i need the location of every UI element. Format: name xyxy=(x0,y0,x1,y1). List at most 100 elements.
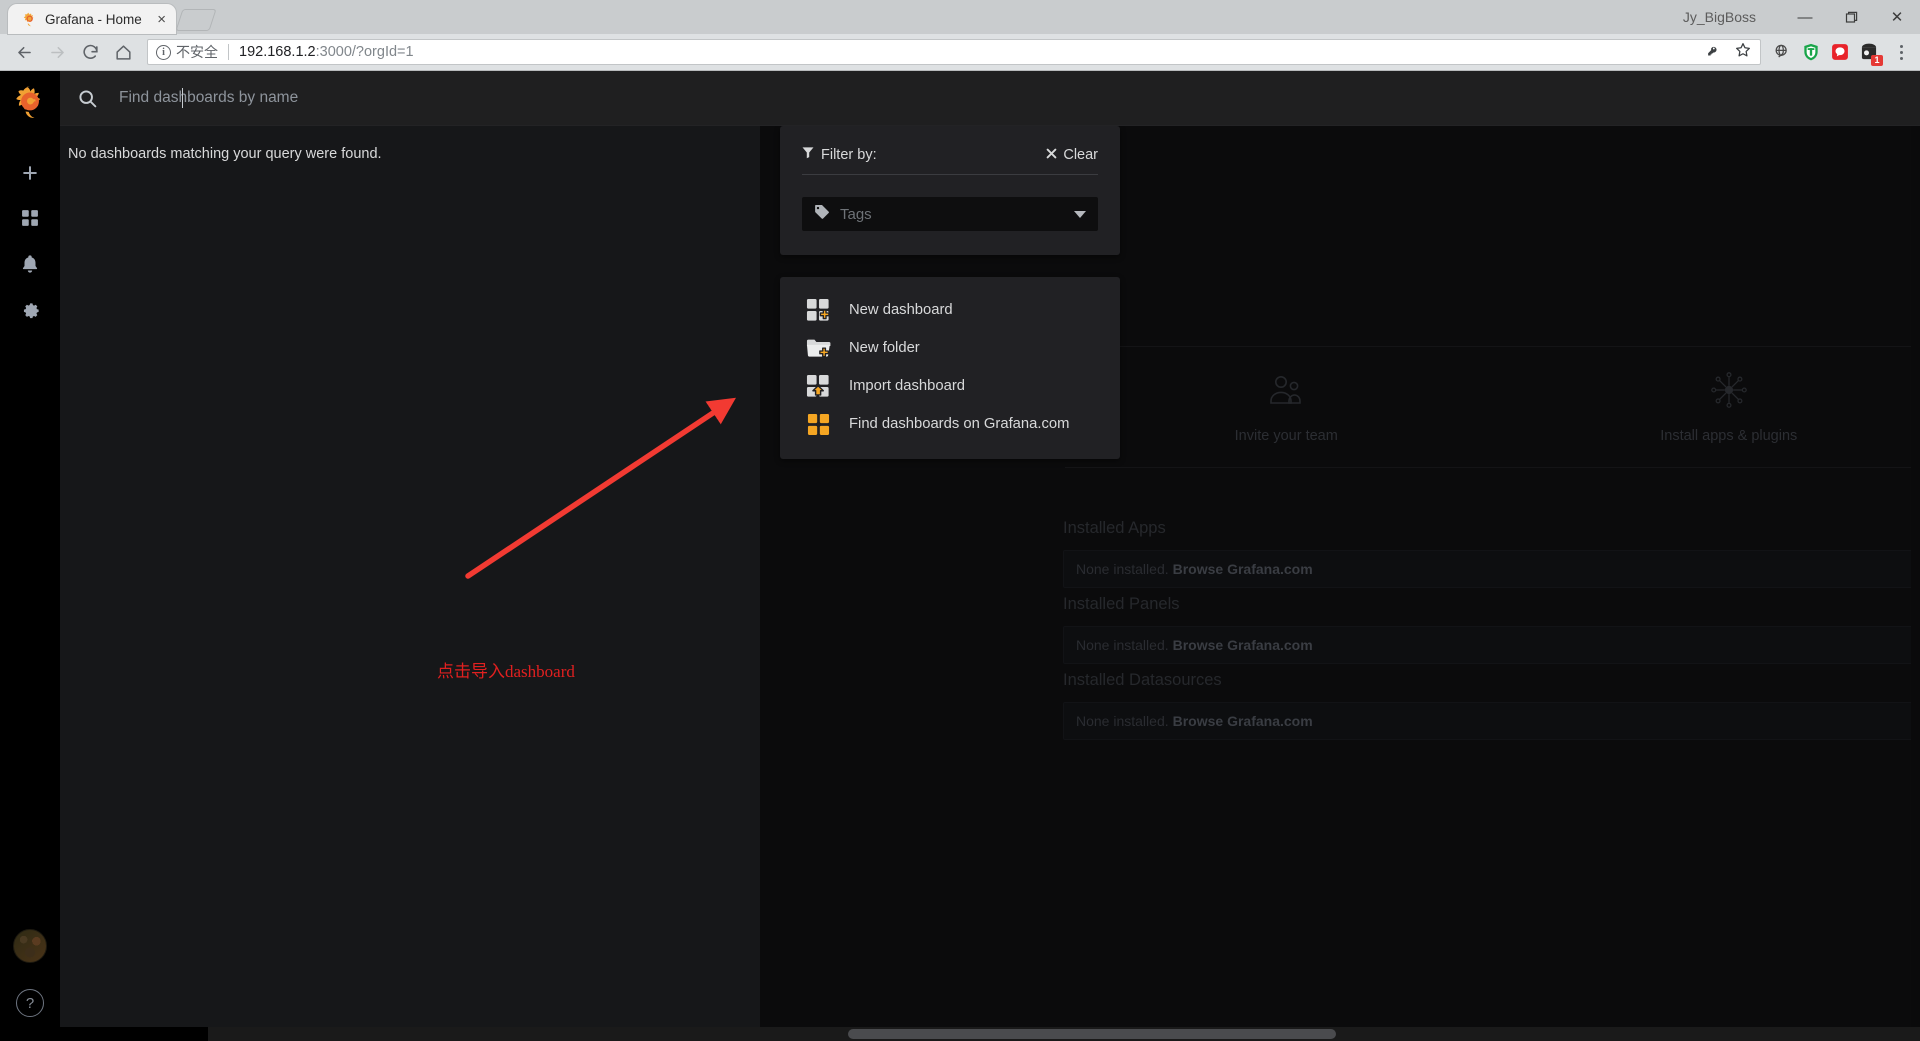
grafana-grid-icon xyxy=(805,411,831,437)
search-icon[interactable] xyxy=(60,88,115,109)
menu-item-label: New folder xyxy=(849,340,920,356)
installed-apps-row: None installed. Browse Grafana.com xyxy=(1063,550,1920,588)
url-host: 192.168.1.2 xyxy=(239,44,316,60)
browse-grafana-link[interactable]: Browse Grafana.com xyxy=(1173,637,1313,653)
sidebar-item-dashboards[interactable] xyxy=(0,198,60,243)
window-controls: Jy_BigBoss — ✕ xyxy=(1683,0,1920,34)
getting-started-card-invite-team[interactable]: Invite your team xyxy=(1161,370,1411,444)
browser-menu-button[interactable] xyxy=(1890,44,1912,60)
new-folder-icon xyxy=(805,335,831,361)
getting-started-label: Install apps & plugins xyxy=(1660,428,1798,444)
grafana-app: Invite your team Install apps & plugins … xyxy=(0,71,1920,1041)
browser-toolbar: i 不安全 192.168.1.2:3000/?orgId=1 1 xyxy=(0,34,1920,71)
sidebar-item-create[interactable] xyxy=(0,153,60,198)
menu-item-label: New dashboard xyxy=(849,302,953,318)
search-right-column: Filter by: Clear Tags New dashboard New … xyxy=(780,126,1120,481)
filter-header: Filter by: Clear xyxy=(802,146,1098,175)
key-icon[interactable] xyxy=(1706,42,1723,63)
tab-strip: Grafana - Home × Jy_BigBoss — ✕ xyxy=(0,0,1920,34)
funnel-icon xyxy=(802,146,814,163)
address-bar[interactable]: i 不安全 192.168.1.2:3000/?orgId=1 xyxy=(147,39,1761,65)
users-icon xyxy=(1267,370,1305,410)
gear-icon xyxy=(20,298,41,324)
menu-item-new-dashboard[interactable]: New dashboard xyxy=(780,291,1120,329)
menu-item-import-dashboard[interactable]: Import dashboard xyxy=(780,367,1120,405)
dashboard-search-bar xyxy=(60,71,1920,126)
installed-panels-section: Installed Panels None installed. Browse … xyxy=(1063,595,1920,664)
tags-select[interactable]: Tags xyxy=(802,197,1098,231)
grafana-logo-icon[interactable] xyxy=(10,83,50,123)
new-dashboard-icon xyxy=(805,297,831,323)
avatar[interactable] xyxy=(13,929,47,963)
installed-apps-section: Installed Apps None installed. Browse Gr… xyxy=(1063,519,1920,588)
security-label: 不安全 xyxy=(176,44,218,60)
chat-extension-icon[interactable] xyxy=(1830,42,1850,62)
reload-button[interactable] xyxy=(74,36,107,69)
close-x-icon xyxy=(1046,147,1057,163)
info-circle-icon: i xyxy=(156,44,171,60)
section-heading: Installed Apps xyxy=(1063,519,1166,537)
horizontal-scrollbar[interactable] xyxy=(0,1027,1920,1041)
shield-extension-icon[interactable] xyxy=(1801,42,1821,62)
filter-title: Filter by: xyxy=(802,146,877,163)
sidebar-item-configuration[interactable] xyxy=(0,288,60,333)
extension-badge-count: 1 xyxy=(1871,55,1883,66)
section-heading: Installed Panels xyxy=(1063,595,1180,613)
tab-title: Grafana - Home xyxy=(45,11,142,27)
side-menu-bottom: ? xyxy=(13,929,47,1041)
close-window-button[interactable]: ✕ xyxy=(1874,0,1920,34)
forward-button[interactable] xyxy=(41,36,74,69)
apps-grid-icon xyxy=(20,208,40,233)
home-button[interactable] xyxy=(107,36,140,69)
chevron-down-icon xyxy=(1074,210,1086,218)
url-text: 192.168.1.2:3000/?orgId=1 xyxy=(239,44,414,60)
new-tab-button[interactable] xyxy=(175,9,217,31)
browser-window: Grafana - Home × Jy_BigBoss — ✕ i 不安全 19… xyxy=(0,0,1920,1041)
bell-icon xyxy=(20,253,40,279)
section-heading: Installed Datasources xyxy=(1063,671,1222,689)
omnibox-divider xyxy=(228,44,229,60)
grafana-logo-icon xyxy=(21,11,38,28)
browse-grafana-link[interactable]: Browse Grafana.com xyxy=(1173,713,1313,729)
getting-started-card-install-plugins[interactable]: Install apps & plugins xyxy=(1604,370,1854,444)
installed-datasources-section: Installed Datasources None installed. Br… xyxy=(1063,671,1920,740)
back-button[interactable] xyxy=(8,36,41,69)
maximize-button[interactable] xyxy=(1828,0,1874,34)
clear-label: Clear xyxy=(1063,146,1098,163)
sidebar-item-alerting[interactable] xyxy=(0,243,60,288)
minimize-button[interactable]: — xyxy=(1782,0,1828,34)
none-installed-text: None installed. xyxy=(1076,713,1169,729)
create-menu: New dashboard New folder Import dashboar… xyxy=(780,277,1120,459)
plugins-hub-icon xyxy=(1708,370,1750,410)
extensions-bar: 1 xyxy=(1768,42,1912,66)
browser-tab[interactable]: Grafana - Home × xyxy=(8,4,176,34)
menu-item-label: Find dashboards on Grafana.com xyxy=(849,416,1070,432)
bag-extension-icon[interactable]: 1 xyxy=(1859,42,1883,66)
filter-by-panel: Filter by: Clear Tags xyxy=(780,126,1120,255)
browse-grafana-link[interactable]: Browse Grafana.com xyxy=(1173,561,1313,577)
tag-icon xyxy=(814,204,830,225)
search-input[interactable] xyxy=(115,89,1920,107)
horizontal-scrollbar-thumb[interactable] xyxy=(848,1029,1336,1039)
side-menu: ? xyxy=(0,71,60,1041)
plus-icon xyxy=(20,163,40,188)
none-installed-text: None installed. xyxy=(1076,637,1169,653)
vertical-scrollbar[interactable] xyxy=(1911,126,1920,1027)
url-path: :3000/?orgId=1 xyxy=(315,44,414,60)
site-security-indicator[interactable]: i 不安全 xyxy=(156,42,218,62)
clear-filter-button[interactable]: Clear xyxy=(1046,147,1098,163)
getting-started-panel: Invite your team Install apps & plugins xyxy=(1065,346,1920,468)
search-results-pane: No dashboards matching your query were f… xyxy=(60,126,760,1041)
menu-item-find-dashboards-grafana[interactable]: Find dashboards on Grafana.com xyxy=(780,405,1120,443)
star-icon[interactable] xyxy=(1734,41,1752,63)
installed-datasources-row: None installed. Browse Grafana.com xyxy=(1063,702,1920,740)
filter-title-label: Filter by: xyxy=(821,146,877,163)
none-installed-text: None installed. xyxy=(1076,561,1169,577)
globe-extension-icon[interactable] xyxy=(1772,42,1792,62)
search-text-caret xyxy=(182,88,183,108)
scrollbar-left-cap xyxy=(0,1027,208,1041)
menu-item-new-folder[interactable]: New folder xyxy=(780,329,1120,367)
help-icon[interactable]: ? xyxy=(16,989,44,1017)
getting-started-label: Invite your team xyxy=(1234,428,1338,444)
tab-close-icon[interactable]: × xyxy=(155,12,168,27)
